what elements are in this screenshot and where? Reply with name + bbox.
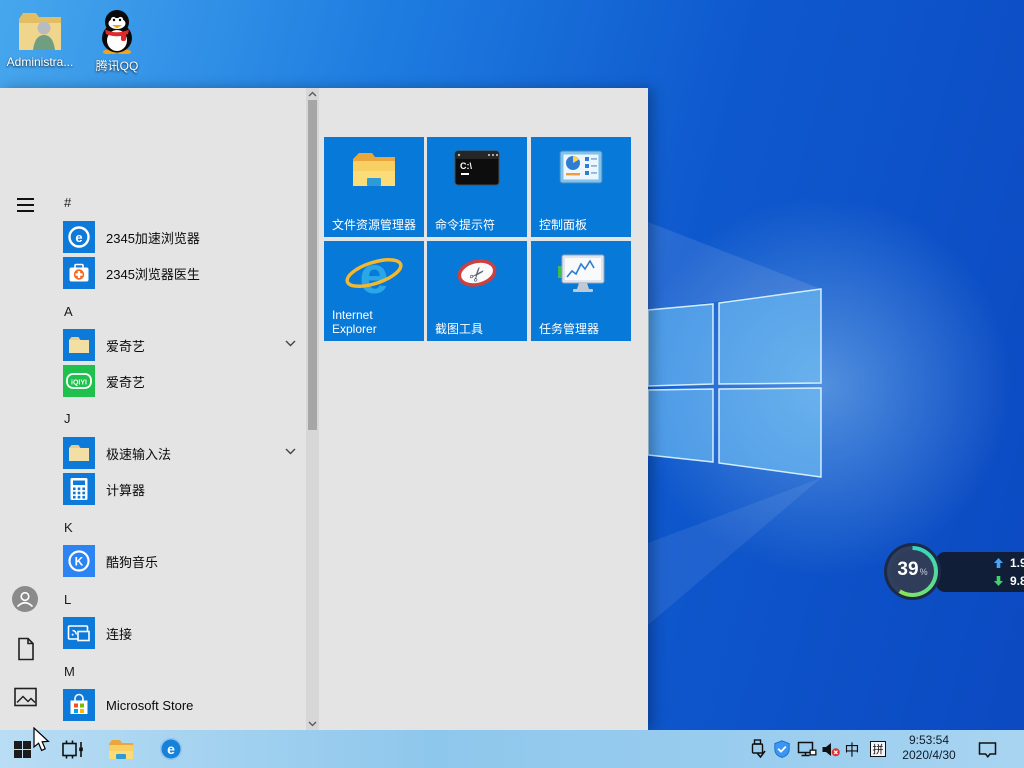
ime-pinyin-indicator[interactable]: 拼 xyxy=(867,730,889,768)
mouse-cursor xyxy=(33,727,52,753)
tile-task-manager[interactable]: 任务管理器 xyxy=(531,241,631,341)
command-prompt-icon: C:\ xyxy=(427,150,527,186)
download-value: 9.8 xyxy=(1010,574,1024,588)
taskbar: e 中 拼 9:53:54 2020/4/30 xyxy=(0,730,1024,768)
desktop-icon-label: 腾讯QQ xyxy=(95,59,139,73)
document-icon xyxy=(15,637,36,661)
download-arrow-icon xyxy=(994,576,1003,586)
app-section-header[interactable]: A xyxy=(64,303,73,321)
clock-time: 9:53:54 xyxy=(908,733,950,747)
user-account-button[interactable] xyxy=(12,586,38,612)
tile-internet-explorer[interactable]: e Internet Explorer xyxy=(324,241,424,341)
taskbar-2345-browser-button[interactable]: e xyxy=(151,730,191,768)
documents-button[interactable] xyxy=(12,636,38,662)
action-center-icon xyxy=(978,741,996,758)
app-group-jisu-ime[interactable]: 极速输入法 xyxy=(63,437,305,469)
app-item-microsoft-store[interactable]: Microsoft Store xyxy=(63,689,305,721)
clock-date: 2020/4/30 xyxy=(902,748,956,762)
action-center-button[interactable] xyxy=(972,730,1002,768)
svg-text:iQIYI: iQIYI xyxy=(71,380,87,387)
gauge-inner: 39 % xyxy=(891,550,934,593)
scrollbar-thumb[interactable] xyxy=(308,100,317,430)
desktop-icon-qq[interactable]: 腾讯QQ xyxy=(78,8,156,74)
internet-explorer-icon: e xyxy=(324,247,424,305)
app-group-iqiyi[interactable]: 爱奇艺 xyxy=(63,329,305,361)
qq-penguin-icon xyxy=(78,8,156,54)
microsoft-store-icon xyxy=(63,689,95,721)
usb-tray-icon[interactable] xyxy=(746,730,768,768)
app-item-kugou[interactable]: K 酷狗音乐 xyxy=(63,545,305,577)
snipping-tool-icon: ✂ xyxy=(427,254,527,294)
menu-expand-button[interactable] xyxy=(12,192,38,218)
network-tray-icon[interactable] xyxy=(795,730,819,768)
task-view-icon xyxy=(60,739,84,760)
2345-browser-icon: e xyxy=(160,738,182,760)
app-item-iqiyi[interactable]: iQIYI 爱奇艺 xyxy=(63,365,305,397)
app-list-scrollbar[interactable] xyxy=(306,88,319,730)
upload-row: 1.9 K/s xyxy=(994,554,1024,572)
security-shield-tray-icon[interactable] xyxy=(771,730,793,768)
taskbar-file-explorer-button[interactable] xyxy=(101,730,141,768)
desktop-icon-label: Administra... xyxy=(6,55,74,69)
volume-muted-tray-icon[interactable] xyxy=(819,730,843,768)
taskbar-clock[interactable]: 9:53:54 2020/4/30 xyxy=(893,733,965,763)
app-section-header[interactable]: L xyxy=(64,591,71,609)
svg-text:e: e xyxy=(360,247,389,305)
app-section-header[interactable]: K xyxy=(64,519,73,537)
app-item-2345-browser[interactable]: e 2345加速浏览器 xyxy=(63,221,305,253)
2345-browser-icon: e xyxy=(63,221,95,253)
app-section-header[interactable]: # xyxy=(64,194,71,212)
calculator-icon xyxy=(63,473,95,505)
app-section-header[interactable]: M xyxy=(64,663,75,681)
start-menu: # e 2345加速浏览器 2345浏览器医生 A 爱奇艺 iQIYI 爱奇艺 … xyxy=(0,88,648,730)
gauge-ring: 39 % xyxy=(887,546,938,597)
folder-icon xyxy=(63,437,95,469)
tile-command-prompt[interactable]: C:\ 命令提示符 xyxy=(427,137,527,237)
connect-icon xyxy=(63,617,95,649)
first-aid-kit-icon xyxy=(63,257,95,289)
svg-text:C:\: C:\ xyxy=(460,161,472,171)
windows-logo-icon xyxy=(13,740,31,758)
upload-value: 1.9 xyxy=(1010,556,1024,570)
app-item-connect[interactable]: 连接 xyxy=(63,617,305,649)
hamburger-icon xyxy=(16,198,34,212)
kugou-icon: K xyxy=(63,545,95,577)
chevron-down-icon xyxy=(285,340,296,347)
tile-control-panel[interactable]: 控制面板 xyxy=(531,137,631,237)
svg-text:K: K xyxy=(75,555,84,569)
pictures-icon xyxy=(13,687,37,707)
upload-arrow-icon xyxy=(994,558,1003,568)
memory-gauge[interactable]: 39 % xyxy=(884,543,941,600)
pictures-button[interactable] xyxy=(12,684,38,710)
gauge-percent-sign: % xyxy=(919,567,928,577)
tile-file-explorer[interactable]: 文件资源管理器 xyxy=(324,137,424,237)
file-explorer-icon xyxy=(324,150,424,190)
tile-snipping-tool[interactable]: ✂ 截图工具 xyxy=(427,241,527,341)
scroll-down-icon[interactable] xyxy=(308,719,317,729)
chevron-down-icon xyxy=(285,448,296,455)
folder-icon xyxy=(108,739,134,760)
control-panel-icon xyxy=(531,150,631,184)
desktop-icon-administrator[interactable]: Administra... xyxy=(1,10,79,69)
avatar-icon xyxy=(12,586,38,612)
folder-icon xyxy=(63,329,95,361)
task-view-button[interactable] xyxy=(52,730,92,768)
ime-language-indicator[interactable]: 中 xyxy=(841,730,863,768)
gauge-percent: 39 xyxy=(897,559,919,580)
scroll-up-icon[interactable] xyxy=(308,89,317,99)
net-speed-panel: 1.9 K/s 9.8 K/s xyxy=(936,552,1024,592)
app-section-header[interactable]: J xyxy=(64,410,71,428)
app-item-2345-doctor[interactable]: 2345浏览器医生 xyxy=(63,257,305,289)
task-manager-icon xyxy=(531,254,631,296)
user-folder-icon xyxy=(1,10,79,52)
download-row: 9.8 K/s xyxy=(994,572,1024,590)
app-item-calculator[interactable]: 计算器 xyxy=(63,473,305,505)
svg-text:e: e xyxy=(75,230,82,245)
iqiyi-icon: iQIYI xyxy=(63,365,95,397)
